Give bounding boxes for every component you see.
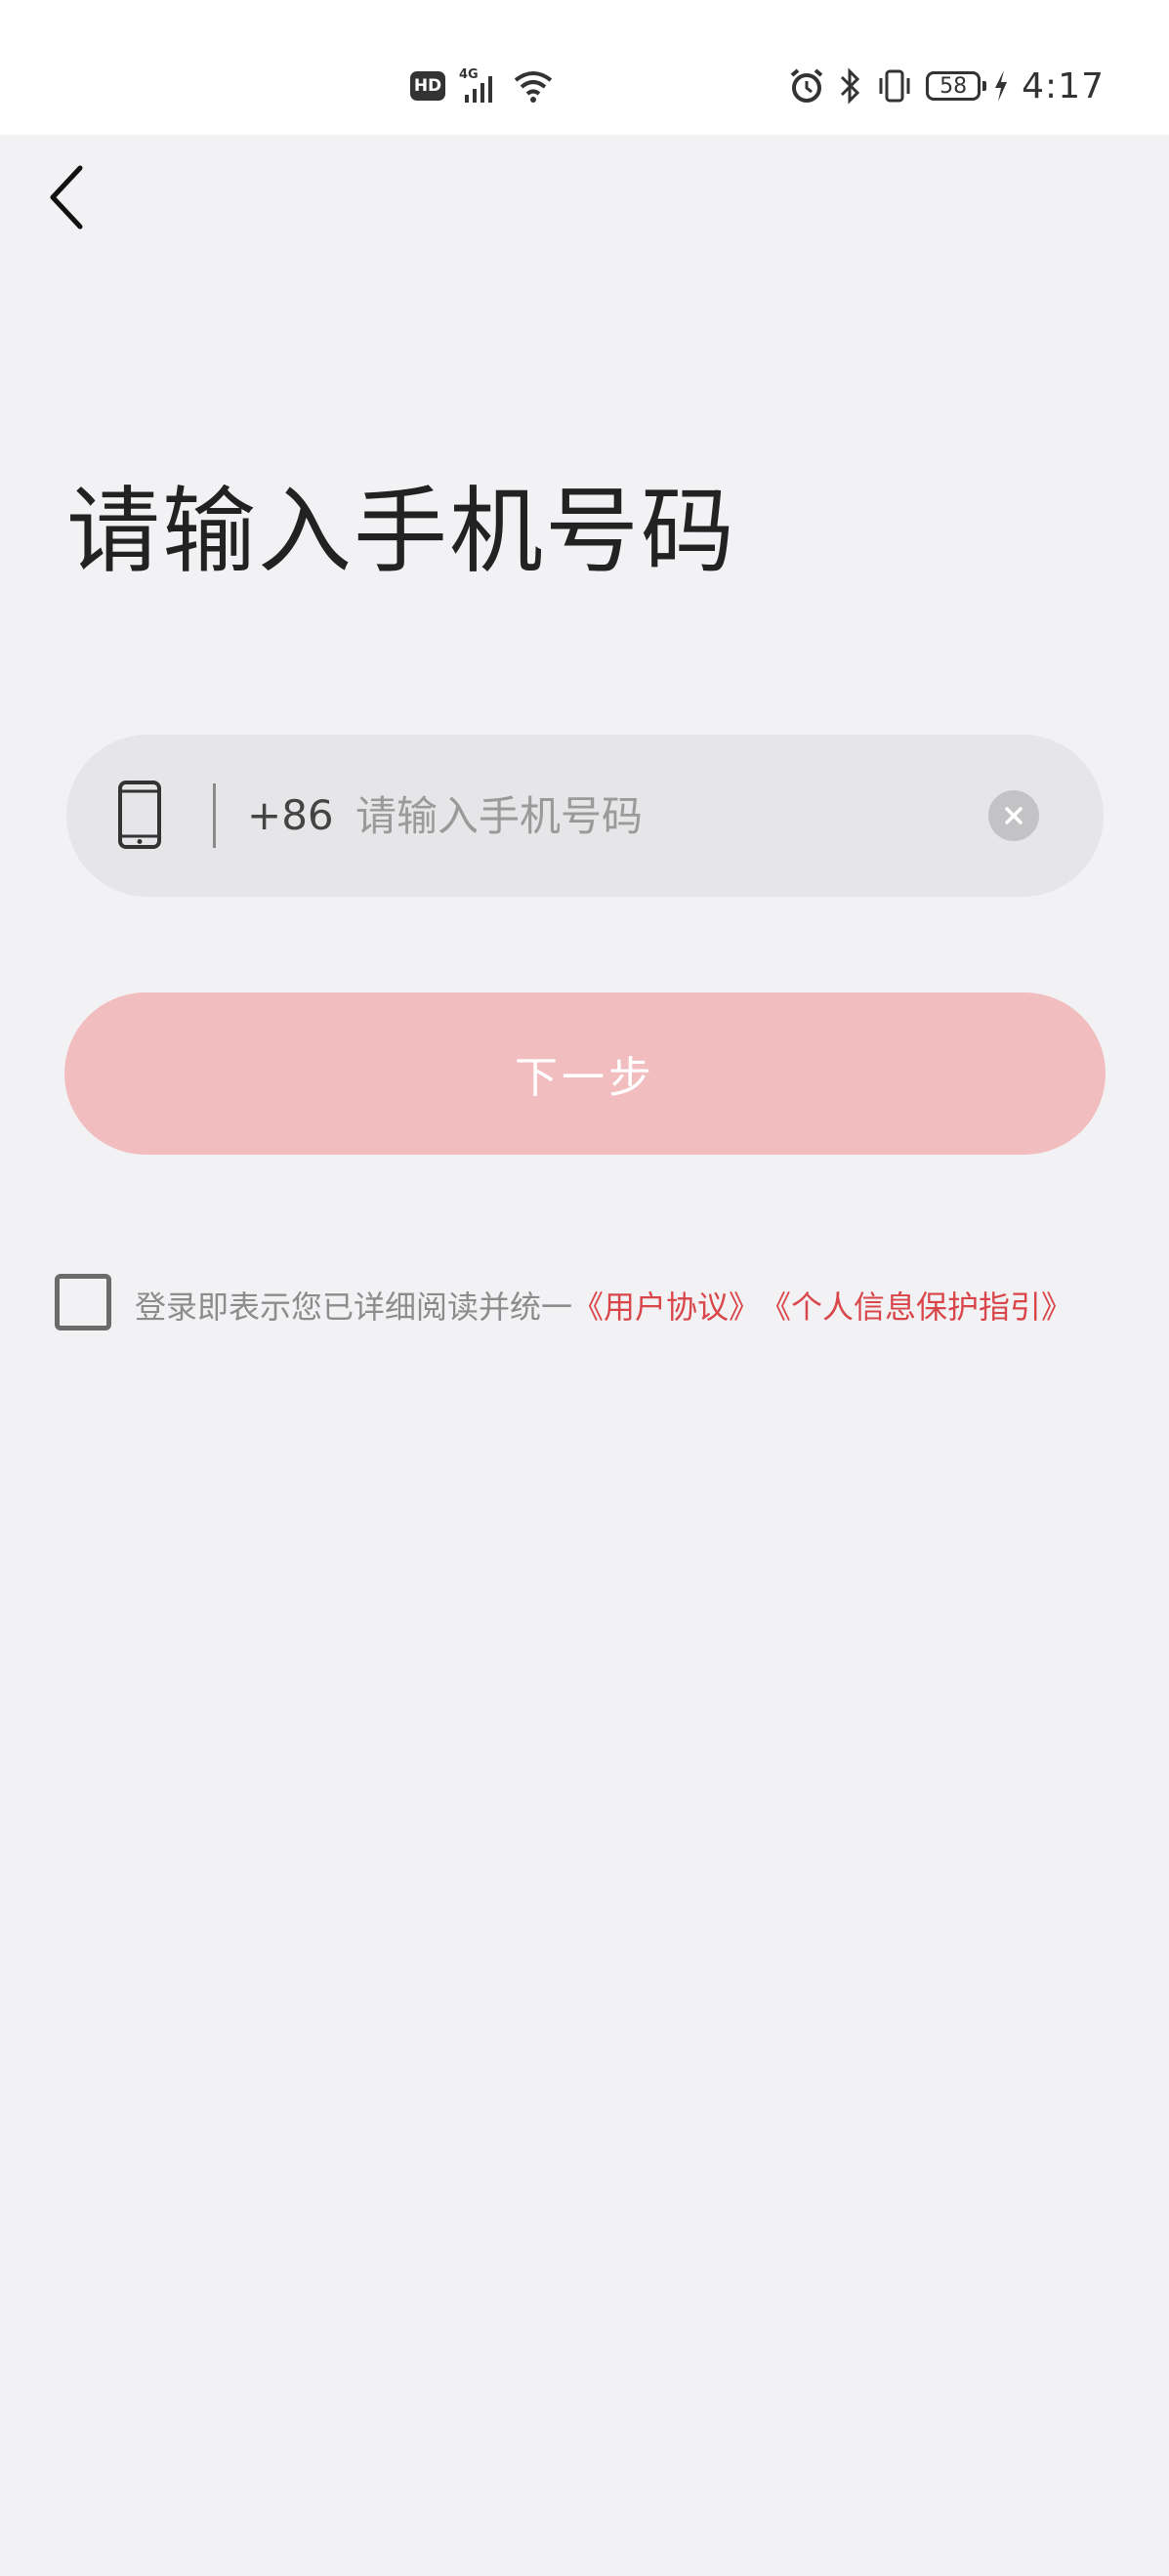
phone-field[interactable]: +86 — [66, 735, 1104, 897]
battery-level: 58 — [939, 73, 968, 99]
chevron-left-icon — [50, 165, 83, 230]
signal-icon: 4G — [459, 67, 492, 103]
battery-icon: 58 — [926, 71, 987, 101]
network-indicators: HD 4G — [410, 64, 555, 107]
agreement-checkbox[interactable] — [55, 1274, 111, 1330]
status-time: 4:17 — [1022, 65, 1105, 106]
bluetooth-icon — [841, 67, 860, 105]
vibrate-icon — [879, 69, 910, 103]
user-agreement-link[interactable]: 《用户协议》 — [572, 1283, 760, 1328]
alarm-icon — [790, 68, 823, 103]
clear-button[interactable] — [988, 790, 1039, 841]
charging-icon — [995, 70, 1008, 102]
page-title: 请输入手机号码 — [66, 477, 736, 586]
network-type-label: 4G — [459, 67, 479, 82]
clear-icon — [1005, 807, 1023, 824]
system-indicators: 58 4:17 — [787, 63, 1105, 109]
privacy-guideline-link[interactable]: 《个人信息保护指引》 — [760, 1283, 1072, 1328]
back-button[interactable] — [35, 158, 98, 236]
wifi-icon — [514, 71, 553, 103]
country-code[interactable]: +86 — [247, 785, 334, 846]
phone-input[interactable] — [355, 772, 1020, 860]
status-bar: HD 4G 58 4:17 — [0, 0, 1169, 135]
next-button[interactable]: 下一步 — [64, 992, 1106, 1155]
smartphone-icon — [118, 781, 161, 849]
hd-badge: HD — [410, 71, 445, 101]
agreement-text: 登录即表示您已详细阅读并统一 — [135, 1288, 573, 1326]
agreement-row: 登录即表示您已详细阅读并统一 《用户协议》 《个人信息保护指引》 — [135, 1284, 1072, 1327]
field-divider — [213, 783, 216, 848]
